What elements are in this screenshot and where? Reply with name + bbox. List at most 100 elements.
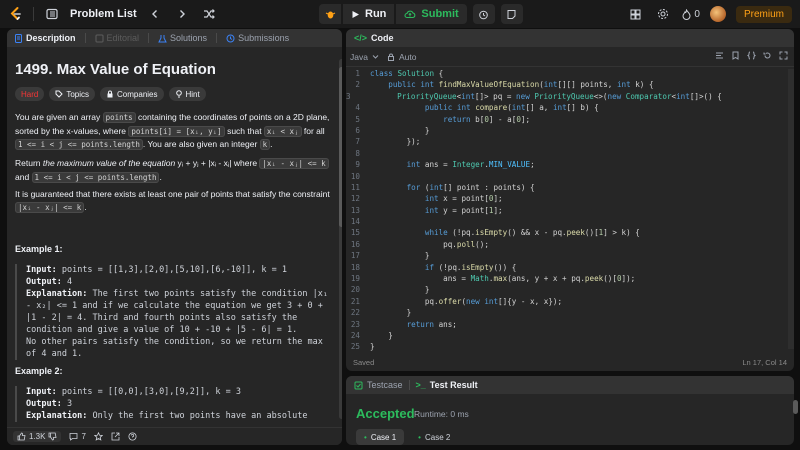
- share-button[interactable]: [111, 432, 120, 441]
- run-button[interactable]: Run: [343, 4, 395, 24]
- tab-testcase-label: Testcase: [367, 380, 403, 390]
- book-icon: [95, 34, 104, 42]
- problem-paragraph-2: Return the maximum value of the equation…: [15, 157, 331, 184]
- code-line: 4 public int compare(int[] a, int[] b) {: [355, 103, 599, 113]
- case-tab-1[interactable]: • Case 1: [356, 429, 405, 445]
- problem-list-icon[interactable]: [43, 5, 61, 23]
- tab-divider: [408, 380, 410, 390]
- chevron-right-icon[interactable]: [173, 5, 191, 23]
- nav-center: Run Submit: [319, 4, 523, 24]
- nav-divider: [33, 7, 34, 21]
- code-line: 10: [350, 171, 360, 181]
- inline-code: points: [102, 112, 136, 123]
- example-2-box: Input: points = [[0,0],[3,0],[9,2]], k =…: [15, 386, 331, 422]
- nav-right: 0 Premium: [626, 0, 792, 28]
- auto-toggle[interactable]: Auto: [387, 52, 416, 62]
- like-button[interactable]: 1.3K: [13, 431, 62, 442]
- fire-icon: [682, 8, 691, 20]
- notes-button[interactable]: [500, 4, 523, 24]
- layout-grid-icon[interactable]: [626, 5, 644, 23]
- note-icon: [507, 9, 516, 19]
- code-line: 8: [355, 148, 360, 158]
- tab-test-result-label: Test Result: [429, 380, 478, 390]
- code-header-label: Code: [371, 33, 394, 43]
- example-1-box: Input: points = [[1,3],[2,0],[5,10],[6,-…: [15, 264, 331, 360]
- editor-scrollbar[interactable]: [788, 69, 794, 349]
- cursor-position: Ln 17, Col 14: [742, 357, 787, 367]
- inline-code: 1 <= i < j <= points.length: [31, 171, 160, 183]
- favorite-button[interactable]: [93, 432, 103, 441]
- description-footer: 1.3K 7: [7, 427, 342, 445]
- tab-solutions[interactable]: Solutions: [158, 33, 207, 43]
- code-line: 17 }: [350, 251, 430, 261]
- result-status: Accepted: [356, 406, 415, 421]
- submit-button[interactable]: Submit: [396, 4, 467, 24]
- shuffle-icon[interactable]: [200, 5, 218, 23]
- test-tabbar: Testcase >_ Test Result: [346, 376, 794, 394]
- lightbulb-icon: [175, 90, 182, 98]
- description-scrollbar-thumb[interactable]: [339, 67, 342, 227]
- timer-button[interactable]: [472, 4, 495, 24]
- difficulty-badge: Hard: [15, 87, 45, 101]
- editor-statusbar: Saved Ln 17, Col 14: [346, 353, 794, 371]
- tab-editorial-label: Editorial: [106, 33, 140, 43]
- leetcode-logo-icon[interactable]: [8, 6, 24, 22]
- problem-paragraph-3: It is guaranteed that there exists at le…: [15, 189, 330, 213]
- code-editor[interactable]: 1 class Solution { 2 public int findMaxVa…: [346, 69, 794, 351]
- run-label: Run: [365, 8, 387, 20]
- text-format-icon[interactable]: [715, 51, 724, 60]
- inline-code: xᵢ < xⱼ: [263, 125, 302, 137]
- expand-icon[interactable]: [779, 51, 788, 60]
- reset-icon[interactable]: [763, 51, 772, 60]
- hint-label: Hint: [185, 89, 200, 99]
- braces-icon[interactable]: [747, 51, 756, 60]
- settings-gear-icon[interactable]: [654, 5, 672, 23]
- comment-count: 7: [81, 432, 86, 441]
- case-tab-2[interactable]: • Case 2: [410, 429, 458, 445]
- lock-icon: [107, 90, 113, 98]
- cloud-upload-icon: [404, 10, 416, 19]
- premium-button[interactable]: Premium: [735, 5, 792, 23]
- tab-editorial[interactable]: Editorial: [95, 33, 140, 43]
- code-panel: </> Code Java Auto 1 class Solution { 2 p…: [346, 29, 794, 371]
- inline-code: |xᵢ - xⱼ| <= k: [259, 158, 329, 169]
- code-line: 16 pq.poll();: [350, 239, 489, 249]
- code-line: 1 class Solution {: [355, 69, 444, 78]
- comment-icon: [70, 433, 78, 441]
- language-select[interactable]: Java: [350, 52, 379, 62]
- code-line: 19 ans = Math.max(ans, y + x + pq.peek()…: [350, 274, 636, 284]
- page-scrollbar-thumb[interactable]: [793, 400, 798, 414]
- chevron-down-icon: [372, 55, 379, 59]
- hint-tag[interactable]: Hint: [168, 87, 206, 101]
- comments-button[interactable]: 7: [69, 432, 86, 441]
- tab-description[interactable]: Description: [14, 33, 76, 43]
- description-panel: Description Editorial Solutions Submissi…: [7, 29, 342, 445]
- topics-tag[interactable]: Topics: [49, 87, 96, 101]
- streak-counter[interactable]: 0: [682, 8, 700, 20]
- code-line: 9 int ans = Integer.MIN_VALUE;: [355, 160, 535, 170]
- bookmark-icon[interactable]: [731, 51, 740, 60]
- inline-code: k: [259, 139, 271, 150]
- code-line: 25}: [350, 342, 375, 351]
- bug-icon: [325, 11, 335, 18]
- tab-submissions[interactable]: Submissions: [226, 33, 289, 43]
- help-button[interactable]: [128, 432, 137, 441]
- thumbs-up-icon: [17, 432, 26, 441]
- companies-tag[interactable]: Companies: [100, 87, 164, 101]
- problem-list-link[interactable]: Problem List: [70, 8, 137, 20]
- tab-solutions-label: Solutions: [170, 33, 208, 43]
- thumbs-down-icon[interactable]: [48, 432, 57, 441]
- flask-icon: [158, 34, 167, 42]
- tab-testcase[interactable]: Testcase: [354, 380, 403, 390]
- debug-button[interactable]: [319, 4, 341, 24]
- avatar[interactable]: [709, 6, 726, 22]
- streak-count: 0: [694, 8, 700, 20]
- tab-test-result[interactable]: >_ Test Result: [416, 380, 478, 390]
- example-2-title: Example 2:: [15, 366, 63, 376]
- external-share-icon: [111, 432, 120, 441]
- chevron-left-icon[interactable]: [146, 5, 164, 23]
- problem-title[interactable]: 1499. Max Value of Equation: [15, 61, 216, 78]
- code-line: 21 pq.offer(new int[]{y - x, x});: [350, 296, 563, 306]
- tab-description-label: Description: [26, 33, 76, 43]
- lock-icon: [387, 53, 394, 61]
